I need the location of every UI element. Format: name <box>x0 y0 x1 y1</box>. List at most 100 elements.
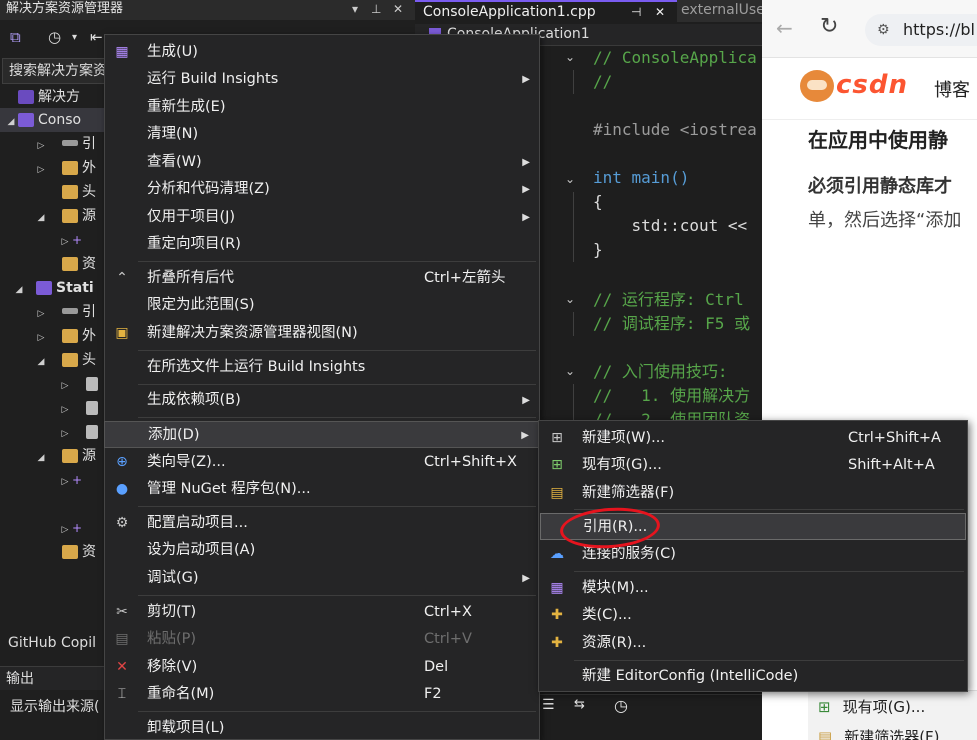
cpp-file-icon: + <box>72 233 83 247</box>
menu-item-label: 现有项(G)... <box>582 457 662 473</box>
menu-item-scope-to-this[interactable]: 限定为此范围(S) <box>104 292 540 319</box>
tab-external-use[interactable]: externalUse <box>673 0 773 22</box>
submenu-arrow-icon: ▶ <box>522 395 530 406</box>
menu-item-class-wizard[interactable]: ⊕ 类向导(Z)... Ctrl+Shift+X <box>104 449 540 476</box>
submenu-item-new-filter[interactable]: ▤ 新建筛选器(F) <box>540 480 966 507</box>
tree-item-source-files[interactable]: ◢ 源 <box>34 204 96 228</box>
dropdown-icon[interactable]: ▾ <box>352 0 358 18</box>
tree-item-source-files[interactable]: ◢ 源 <box>34 444 96 468</box>
pin-icon[interactable]: ⊥ <box>371 0 381 18</box>
menu-item-view[interactable]: 查看(W) ▶ <box>104 149 540 176</box>
menu-item-build[interactable]: ▦ 生成(U) <box>104 39 540 66</box>
menu-item-build-dependencies[interactable]: 生成依赖项(B) ▶ <box>104 387 540 414</box>
close-icon[interactable]: ✕ <box>655 2 665 22</box>
project-icon <box>18 113 34 127</box>
submenu-item-resource[interactable]: ✚ 资源(R)... <box>540 630 966 657</box>
menu-item-label: 剪切(T) <box>147 604 197 620</box>
back-icon[interactable]: ← <box>776 16 793 40</box>
menu-item-project-only[interactable]: 仅用于项目(J) ▶ <box>104 204 540 231</box>
menu-item-clean[interactable]: 清理(N) <box>104 121 540 148</box>
list-icon[interactable]: ☰ <box>542 697 555 713</box>
submenu-item-existing-item[interactable]: ⊞ 现有项(G)... Shift+Alt+A <box>540 452 966 479</box>
tree-item-references[interactable]: ▷ 引 <box>34 132 96 156</box>
code-line: // 调试程序: F5 或 <box>593 314 751 333</box>
menu-item-label: 清理(N) <box>147 126 199 142</box>
code-line: // 入门使用技巧: <box>593 362 728 381</box>
csdn-monkey-logo-icon[interactable] <box>800 70 834 102</box>
tree-item-resource-files[interactable]: 资 <box>34 252 96 276</box>
collapse-icon[interactable]: ⌄ <box>565 50 575 64</box>
tree-item-cpp-file[interactable]: ▷ + <box>58 516 90 540</box>
collapse-icon[interactable]: ⌄ <box>565 364 575 378</box>
menu-item-new-se-view[interactable]: ▣ 新建解决方案资源管理器视图(N) <box>104 320 540 347</box>
blog-nav-link[interactable]: 博客 <box>934 76 970 102</box>
tree-label: 源 <box>82 208 96 224</box>
clock-icon[interactable]: ◷ <box>614 696 628 715</box>
csdn-logo[interactable]: CSDN <box>836 70 908 100</box>
tree-item-cpp-file[interactable]: ▷ + <box>58 468 90 492</box>
code-line: } <box>593 240 603 259</box>
code-line: { <box>593 192 603 211</box>
tree-label: 解决方 <box>38 89 80 105</box>
menu-item-analyze[interactable]: 分析和代码清理(Z) ▶ <box>104 176 540 203</box>
menu-item-cut[interactable]: ✂ 剪切(T) Ctrl+X <box>104 599 540 626</box>
history-icon[interactable]: ◷ <box>48 28 61 46</box>
back-icon[interactable]: ⇤ <box>90 28 103 46</box>
menu-item-unload[interactable]: 卸载项目(L) <box>104 715 540 740</box>
github-copilot-tab[interactable]: GitHub Copil <box>0 632 104 654</box>
menu-item-remove[interactable]: ✕ 移除(V) Del <box>104 654 540 681</box>
tree-item-console-project[interactable]: ◢ Conso <box>0 108 104 132</box>
reload-icon[interactable]: ↻ <box>820 14 838 39</box>
menu-item-debug[interactable]: 调试(G) ▶ <box>104 565 540 592</box>
menu-item-label: 卸载项目(L) <box>147 720 225 736</box>
menu-item-label: 重命名(M) <box>147 686 215 702</box>
tree-item-references[interactable]: ▷ 引 <box>34 300 96 324</box>
submenu-item-module[interactable]: ▦ 模块(M)... <box>540 575 966 602</box>
tree-item-resource-files[interactable]: 资 <box>34 540 96 564</box>
pin-icon[interactable]: ⊣ <box>631 2 641 22</box>
submenu-item-new-item[interactable]: ⊞ 新建项(W)... Ctrl+Shift+A <box>540 425 966 452</box>
menu-item-rebuild[interactable]: 重新生成(E) <box>104 94 540 121</box>
folder-icon <box>62 329 78 343</box>
menu-item-label: 新建 EditorConfig (IntelliCode) <box>582 668 799 684</box>
tree-item-external-deps[interactable]: ▷ 外 <box>34 156 96 180</box>
menu-item-label: 查看(W) <box>147 154 202 170</box>
collapse-icon[interactable]: ⌄ <box>565 292 575 306</box>
references-icon <box>62 140 78 146</box>
menu-item-retarget[interactable]: 重定向项目(R) <box>104 231 540 258</box>
collapse-icon[interactable]: ⌄ <box>565 172 575 186</box>
tree-item-static-project[interactable]: ◢ Stati <box>12 276 94 300</box>
tree-item-solution[interactable]: 解决方 <box>4 85 80 109</box>
close-icon[interactable]: ✕ <box>393 0 403 18</box>
vs-switch-views-icon[interactable]: ⧉ <box>10 28 21 46</box>
menu-item-add[interactable]: 添加(D) ▶ <box>104 421 540 448</box>
menu-item-label: 管理 NuGet 程序包(N)... <box>147 481 311 497</box>
menu-item-label: 运行 Build Insights <box>147 71 279 87</box>
menu-item-collapse-all[interactable]: ⌃ 折叠所有后代 Ctrl+左箭头 <box>104 265 540 292</box>
submenu-item-new-editorconfig[interactable]: 新建 EditorConfig (IntelliCode) <box>540 663 966 690</box>
tree-item-header-files[interactable]: ◢ 头 <box>34 348 96 372</box>
tree-item-header-file[interactable]: ▷ <box>58 372 102 396</box>
tree-item-header-file[interactable]: ▷ <box>58 420 102 444</box>
menu-item-set-startup[interactable]: 设为启动项目(A) <box>104 537 540 564</box>
tree-item-header-files[interactable]: 头 <box>34 180 96 204</box>
menu-item-shortcut: Del <box>424 659 449 675</box>
menu-item-label: 新建解决方案资源管理器视图(N) <box>147 325 358 341</box>
tree-item-cpp-file[interactable]: ▷ + <box>58 228 90 252</box>
menu-item-run-build-insights[interactable]: 运行 Build Insights ▶ <box>104 66 540 93</box>
tab-console-application-cpp[interactable]: ConsoleApplication1.cpp ⊣ ✕ <box>415 0 677 22</box>
submenu-item-class[interactable]: ✚ 类(C)... <box>540 602 966 629</box>
menu-item-label: 生成(U) <box>147 44 198 60</box>
tree-item-header-file[interactable]: ▷ <box>58 396 102 420</box>
menu-item-rename[interactable]: ⌶ 重命名(M) F2 <box>104 681 540 708</box>
tree-item-external-deps[interactable]: ▷ 外 <box>34 324 96 348</box>
menu-item-build-insights-selected[interactable]: 在所选文件上运行 Build Insights <box>104 354 540 381</box>
menu-item-label: 限定为此范围(S) <box>147 297 255 313</box>
site-info-icon[interactable]: ⚙ <box>877 14 890 46</box>
chevron-down-icon[interactable]: ▾ <box>72 32 77 43</box>
class-wizard-icon: ⊕ <box>116 454 128 470</box>
menu-item-config-startup[interactable]: ⚙ 配置启动项目... <box>104 510 540 537</box>
wrap-icon[interactable]: ⇆ <box>574 697 585 712</box>
menu-item-nuget[interactable]: ● 管理 NuGet 程序包(N)... <box>104 476 540 503</box>
address-bar[interactable]: ⚙ https://bl <box>865 14 977 46</box>
